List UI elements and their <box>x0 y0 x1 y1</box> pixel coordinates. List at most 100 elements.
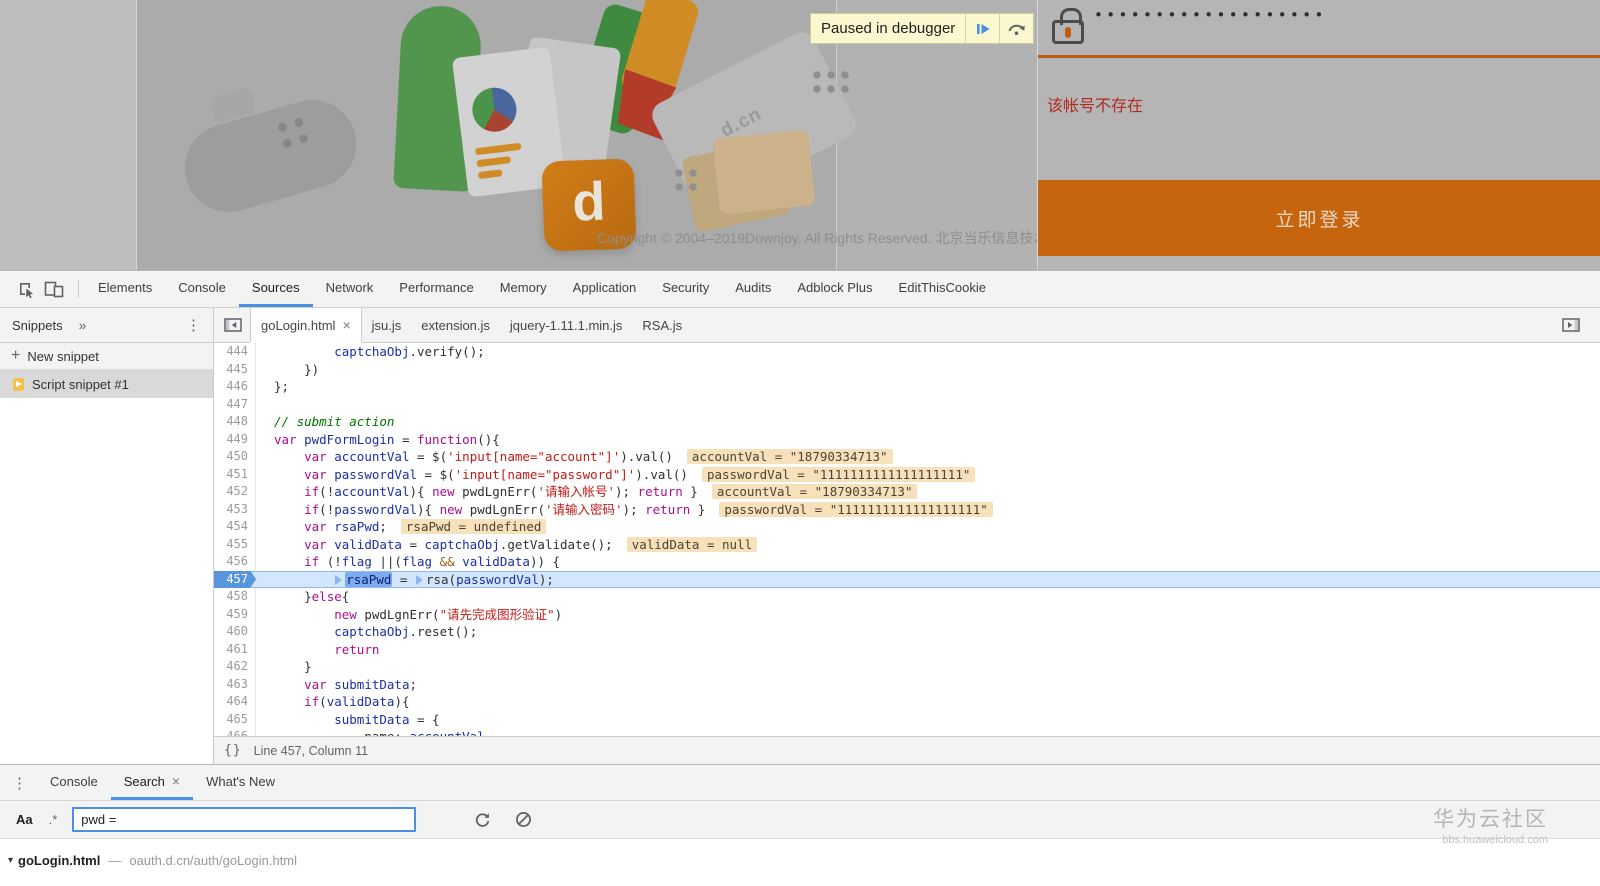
code-text[interactable]: var accountVal = $('input[name="account"… <box>256 448 1600 466</box>
code-text[interactable] <box>256 396 1600 414</box>
main-tab-performance[interactable]: Performance <box>386 271 486 307</box>
navigator-menu-icon[interactable]: ⋮ <box>186 316 201 334</box>
line-number[interactable]: 453 <box>214 501 256 519</box>
code-text[interactable]: if(!accountVal){ new pwdLgnErr('请输入帐号');… <box>256 483 1600 501</box>
line-number[interactable]: 460 <box>214 623 256 641</box>
code-text[interactable]: if(validData){ <box>256 693 1600 711</box>
source-tab-jquery-1.11.1.min.js[interactable]: jquery-1.11.1.min.js <box>500 308 632 342</box>
main-tab-console[interactable]: Console <box>165 271 239 307</box>
main-tab-sources[interactable]: Sources <box>239 271 313 307</box>
inline-eval-annotation: passwordVal = "1111111111111111111" <box>719 502 992 517</box>
source-tab-rsa.js[interactable]: RSA.js <box>632 308 692 342</box>
line-number[interactable]: 463 <box>214 676 256 694</box>
login-button[interactable]: 立即登录 <box>1038 180 1600 256</box>
source-tab-extension.js[interactable]: extension.js <box>411 308 500 342</box>
main-tab-network[interactable]: Network <box>313 271 387 307</box>
code-text[interactable]: rsaPwd = rsa(passwordVal); <box>256 571 1600 589</box>
search-result-row[interactable]: ▾ goLogin.html — oauth.d.cn/auth/goLogin… <box>0 839 1600 868</box>
disclosure-triangle-icon[interactable]: ▾ <box>8 855 13 866</box>
main-tab-adblock-plus[interactable]: Adblock Plus <box>784 271 885 307</box>
main-tab-application[interactable]: Application <box>560 271 650 307</box>
code-text[interactable]: return <box>256 641 1600 659</box>
line-number[interactable]: 458 <box>214 588 256 606</box>
tab-snippets[interactable]: Snippets <box>0 318 63 333</box>
close-tab-icon[interactable]: × <box>172 774 180 788</box>
code-text[interactable]: submitData = { <box>256 711 1600 729</box>
device-toolbar-icon[interactable] <box>40 276 68 302</box>
continue-to-location-marker[interactable] <box>416 575 423 585</box>
main-tab-editthiscookie[interactable]: EditThisCookie <box>886 271 999 307</box>
step-over-button[interactable] <box>999 14 1033 43</box>
line-number[interactable]: 457 <box>214 571 256 589</box>
more-tabs-icon[interactable]: » <box>79 317 87 333</box>
code-token <box>274 502 304 517</box>
line-number[interactable]: 461 <box>214 641 256 659</box>
inspect-element-icon[interactable] <box>12 276 40 302</box>
line-number[interactable]: 455 <box>214 536 256 554</box>
code-text[interactable]: } <box>256 658 1600 676</box>
line-number[interactable]: 448 <box>214 413 256 431</box>
code-token: return <box>334 642 379 657</box>
code-text[interactable]: var validData = captchaObj.getValidate()… <box>256 536 1600 554</box>
new-snippet-button[interactable]: + New snippet <box>0 343 213 370</box>
match-case-toggle[interactable]: Aa <box>16 812 33 827</box>
continue-to-location-marker[interactable] <box>335 575 342 585</box>
regex-toggle[interactable]: .* <box>49 812 58 827</box>
line-number[interactable]: 449 <box>214 431 256 449</box>
line-number[interactable]: 446 <box>214 378 256 396</box>
result-file-name: goLogin.html <box>18 853 100 868</box>
pretty-print-icon[interactable]: {} <box>224 743 242 758</box>
tab-label: Audits <box>735 280 771 295</box>
drawer-menu-icon[interactable]: ⋮ <box>12 774 27 792</box>
toggle-debugger-sidebar-icon[interactable] <box>1562 308 1580 342</box>
line-number[interactable]: 450 <box>214 448 256 466</box>
close-tab-icon[interactable]: × <box>342 318 350 332</box>
line-number[interactable]: 451 <box>214 466 256 484</box>
code-text[interactable]: new pwdLgnErr("请先完成图形验证") <box>256 606 1600 624</box>
code-text[interactable]: }) <box>256 361 1600 379</box>
gamepad-shape <box>174 90 366 223</box>
line-number[interactable]: 466 <box>214 728 256 736</box>
main-tab-memory[interactable]: Memory <box>487 271 560 307</box>
code-editor[interactable]: 444 captchaObj.verify();445 })446};44744… <box>214 343 1600 736</box>
drawer-tab-console[interactable]: Console <box>37 765 111 800</box>
line-number[interactable]: 447 <box>214 396 256 414</box>
clear-search-icon[interactable] <box>515 811 532 828</box>
drawer-tab-search[interactable]: Search× <box>111 765 193 800</box>
password-field-underline <box>1038 55 1600 58</box>
code-text[interactable]: var rsaPwd;rsaPwd = undefined <box>256 518 1600 536</box>
password-field-value[interactable]: ••••••••••••••••••• <box>1094 6 1327 24</box>
main-tab-elements[interactable]: Elements <box>85 271 165 307</box>
code-text[interactable]: captchaObj.reset(); <box>256 623 1600 641</box>
mini-bar <box>475 143 522 156</box>
source-tab-gologin.html[interactable]: goLogin.html× <box>250 308 362 342</box>
line-number[interactable]: 456 <box>214 553 256 571</box>
line-number[interactable]: 454 <box>214 518 256 536</box>
code-text[interactable]: var passwordVal = $('input[name="passwor… <box>256 466 1600 484</box>
line-number[interactable]: 452 <box>214 483 256 501</box>
refresh-search-icon[interactable] <box>474 811 491 828</box>
code-text[interactable]: }; <box>256 378 1600 396</box>
main-tab-security[interactable]: Security <box>649 271 722 307</box>
toggle-navigator-icon[interactable] <box>214 308 250 342</box>
code-text[interactable]: }else{ <box>256 588 1600 606</box>
code-text[interactable]: var pwdFormLogin = function(){ <box>256 431 1600 449</box>
snippet-item[interactable]: Script snippet #1 <box>0 370 213 398</box>
code-text[interactable]: if(!passwordVal){ new pwdLgnErr('请输入密码')… <box>256 501 1600 519</box>
source-tab-jsu.js[interactable]: jsu.js <box>362 308 412 342</box>
main-tab-audits[interactable]: Audits <box>722 271 784 307</box>
code-text[interactable]: if (!flag ||(flag && validData)) { <box>256 553 1600 571</box>
drawer-tab-what-s-new[interactable]: What's New <box>193 765 288 800</box>
code-text[interactable]: var submitData; <box>256 676 1600 694</box>
code-text[interactable]: // submit action <box>256 413 1600 431</box>
line-number[interactable]: 459 <box>214 606 256 624</box>
resume-script-button[interactable] <box>965 14 999 43</box>
line-number[interactable]: 462 <box>214 658 256 676</box>
line-number[interactable]: 445 <box>214 361 256 379</box>
search-input[interactable] <box>72 807 416 832</box>
line-number[interactable]: 444 <box>214 343 256 361</box>
code-text[interactable]: captchaObj.verify(); <box>256 343 1600 361</box>
line-number[interactable]: 465 <box>214 711 256 729</box>
code-text[interactable]: name: accountVal <box>256 728 1600 736</box>
line-number[interactable]: 464 <box>214 693 256 711</box>
